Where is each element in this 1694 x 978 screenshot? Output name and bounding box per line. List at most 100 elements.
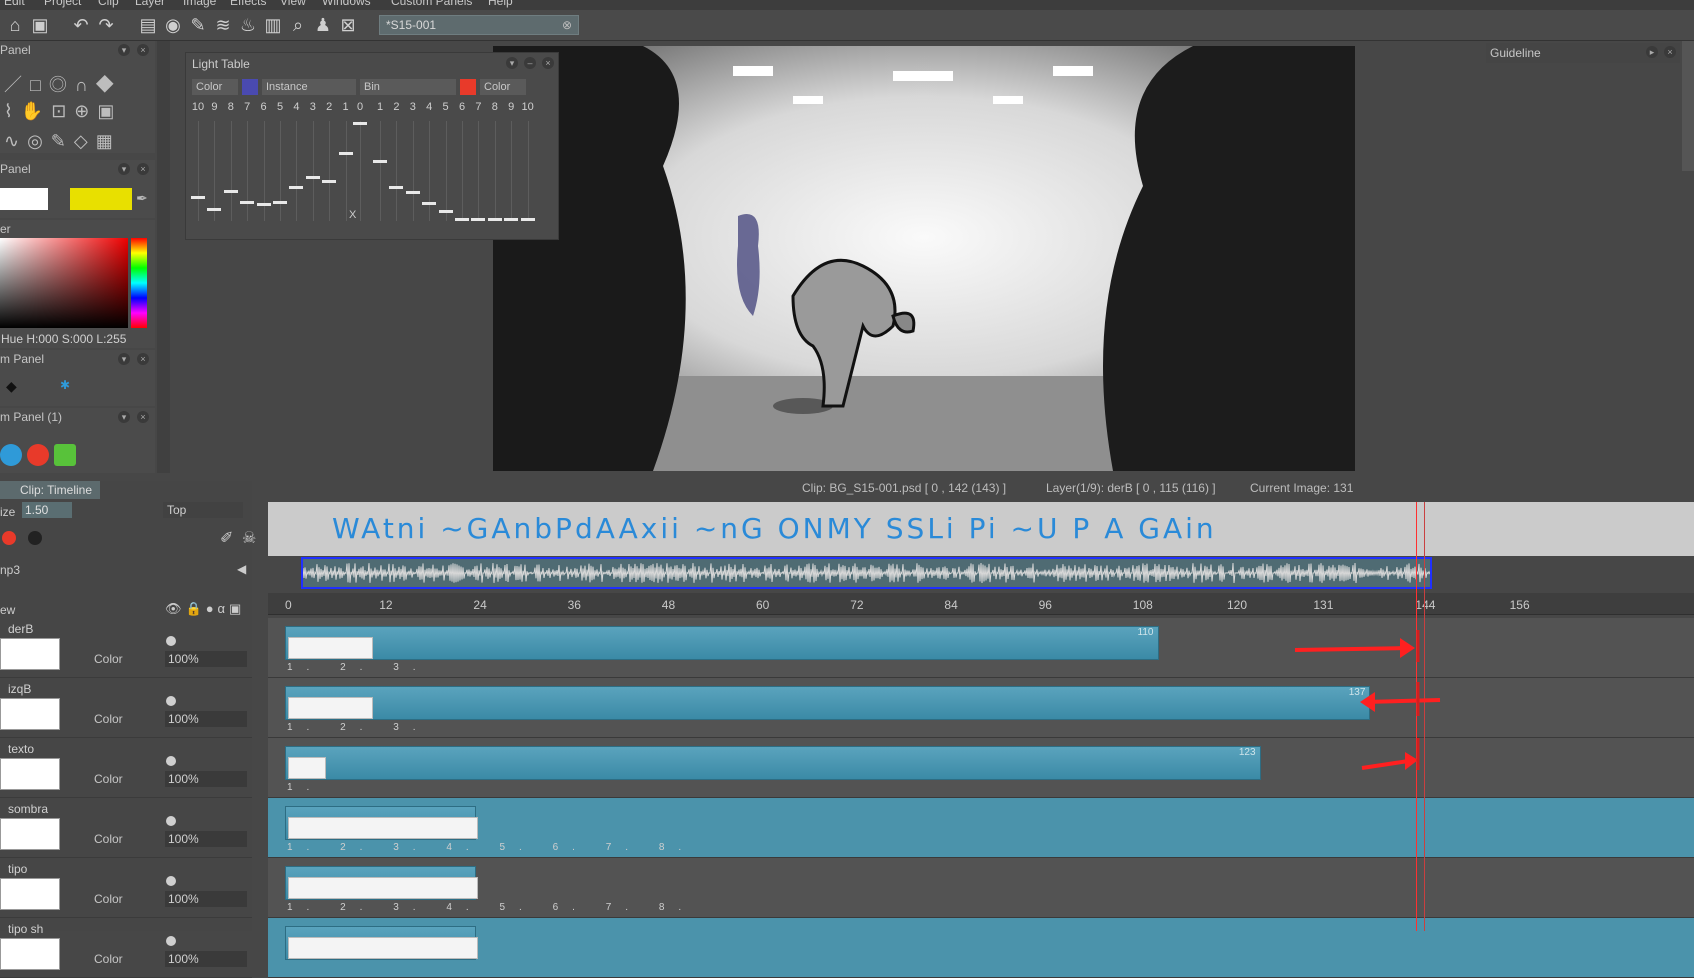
light-table-slider-knob[interactable] bbox=[504, 218, 519, 221]
menu-image[interactable]: Image bbox=[183, 0, 216, 8]
open-file-icon[interactable]: ⌂ bbox=[4, 14, 26, 36]
menu-edit[interactable]: Edit bbox=[4, 0, 25, 8]
light-table-number[interactable]: 8 bbox=[487, 101, 503, 113]
layer-row[interactable]: derB Color 100% bbox=[0, 618, 252, 678]
undo-icon[interactable]: ↶ bbox=[70, 14, 92, 36]
hue-slider[interactable] bbox=[131, 238, 147, 328]
light-table-slider[interactable] bbox=[360, 121, 361, 221]
red-swatch[interactable] bbox=[27, 444, 49, 466]
menu-layer[interactable]: Layer bbox=[135, 0, 165, 8]
menu-project[interactable]: Project bbox=[44, 0, 81, 8]
layer-color-label[interactable]: Color bbox=[94, 772, 123, 786]
layer-row[interactable]: tipo sh Color 100% bbox=[0, 918, 252, 978]
light-table-slider[interactable] bbox=[263, 121, 265, 221]
graph-icon[interactable]: ⊠ bbox=[337, 14, 359, 36]
tool-icons-row-3[interactable]: ∿◎✎◇▦ bbox=[4, 131, 121, 152]
expand-icon[interactable]: ▸ bbox=[1646, 46, 1658, 58]
light-table-slider-knob[interactable] bbox=[207, 208, 222, 211]
timeline-clip-bar[interactable]: 110 bbox=[285, 626, 1159, 660]
main-color-swatch[interactable] bbox=[70, 188, 132, 210]
light-table-number[interactable]: 10 bbox=[190, 101, 206, 113]
light-table-slider[interactable] bbox=[396, 121, 398, 221]
light-table-number[interactable]: 0 bbox=[352, 101, 368, 113]
right-scrollbar[interactable] bbox=[1682, 41, 1694, 171]
tool-icons-row-2[interactable]: ⌇✋⊡⊕▣ bbox=[4, 101, 122, 122]
layer-color-label[interactable]: Color bbox=[94, 712, 123, 726]
light-table-number[interactable]: 10 bbox=[520, 101, 536, 113]
eyedropper-icon[interactable]: ✒ bbox=[136, 190, 148, 207]
collapse-icon[interactable]: ▾ bbox=[506, 57, 518, 69]
light-table-slider-knob[interactable] bbox=[256, 203, 271, 206]
timeline-track[interactable]: 1. 2. 3. 4. 5. 6. 7. 8. bbox=[268, 858, 1694, 918]
document-tab[interactable]: *S15-001 ⊗ bbox=[379, 15, 579, 35]
visibility-dot-icon[interactable] bbox=[166, 816, 176, 826]
artwork-canvas[interactable] bbox=[493, 46, 1355, 471]
menu-view[interactable]: View bbox=[280, 0, 306, 8]
light-table-slider-knob[interactable] bbox=[322, 180, 337, 183]
color-field-right[interactable]: Color bbox=[480, 79, 526, 95]
light-bulb-icon[interactable]: ♨ bbox=[237, 14, 259, 36]
search-icon[interactable]: ⌕ bbox=[287, 14, 309, 36]
tool-icons-row-1[interactable]: ／□◎∩◆ bbox=[4, 71, 122, 97]
stop-icon[interactable] bbox=[28, 531, 42, 545]
light-table-number[interactable]: 5 bbox=[438, 101, 454, 113]
light-table-slider[interactable] bbox=[429, 121, 431, 221]
layer-row[interactable]: texto Color 100% bbox=[0, 738, 252, 798]
redo-icon[interactable]: ↷ bbox=[95, 14, 117, 36]
light-table-number[interactable]: 4 bbox=[288, 101, 304, 113]
close-icon[interactable]: × bbox=[137, 353, 149, 365]
collapse-icon[interactable]: ▾ bbox=[118, 353, 130, 365]
layer-color-label[interactable]: Color bbox=[94, 652, 123, 666]
light-table-slider[interactable] bbox=[445, 121, 447, 221]
timeline-clip-bar[interactable] bbox=[285, 806, 478, 840]
light-table-slider-knob[interactable] bbox=[240, 201, 255, 204]
minimize-icon[interactable]: – bbox=[524, 57, 536, 69]
panel-scrollbar[interactable] bbox=[157, 41, 170, 473]
brush-icon[interactable]: ✎ bbox=[187, 14, 209, 36]
light-table-number[interactable]: 4 bbox=[421, 101, 437, 113]
stack-order-select[interactable]: Top bbox=[163, 502, 243, 518]
menu-windows[interactable]: Windows bbox=[322, 0, 371, 8]
instance-select[interactable]: Instance bbox=[262, 79, 356, 95]
layer-row[interactable]: sombra Color 100% bbox=[0, 798, 252, 858]
left-color-swatch[interactable] bbox=[242, 79, 258, 95]
layer-row[interactable]: tipo Color 100% bbox=[0, 858, 252, 918]
light-table-slider-knob[interactable] bbox=[422, 202, 437, 205]
light-table-slider-knob[interactable] bbox=[338, 152, 353, 155]
light-table-slider[interactable] bbox=[478, 121, 480, 221]
light-table-number[interactable]: 7 bbox=[239, 101, 255, 113]
record-icon[interactable] bbox=[2, 531, 16, 545]
light-table-number[interactable]: 6 bbox=[256, 101, 272, 113]
light-table-slider-knob[interactable] bbox=[471, 218, 486, 221]
light-table-slider[interactable] bbox=[462, 121, 463, 221]
light-table-number[interactable]: 7 bbox=[470, 101, 486, 113]
layer-opacity-field[interactable]: 100% bbox=[165, 771, 247, 787]
timeline-track[interactable]: 110 1. 2. 3. bbox=[268, 618, 1694, 678]
light-table-number[interactable]: 8 bbox=[223, 101, 239, 113]
timeline-track[interactable]: 1. 2. 3. 4. 5. 6. 7. 8. bbox=[268, 798, 1694, 858]
layer-row[interactable]: izqB Color 100% bbox=[0, 678, 252, 738]
blue-swatch[interactable] bbox=[0, 444, 22, 466]
puppet-icon[interactable]: ♟ bbox=[312, 14, 334, 36]
light-table-slider[interactable] bbox=[412, 121, 414, 221]
layers-icon[interactable]: ≋ bbox=[212, 14, 234, 36]
light-table-slider[interactable] bbox=[198, 121, 199, 221]
light-table-slider-knob[interactable] bbox=[520, 218, 535, 221]
menu-clip[interactable]: Clip bbox=[98, 0, 119, 8]
close-tab-icon[interactable]: ⊗ bbox=[562, 16, 572, 34]
visibility-dot-icon[interactable] bbox=[166, 936, 176, 946]
menu-help[interactable]: Help bbox=[488, 0, 513, 8]
eraser-icon[interactable]: ✐ bbox=[220, 528, 233, 548]
collapse-icon[interactable]: ▾ bbox=[118, 163, 130, 175]
light-table-number[interactable]: 9 bbox=[503, 101, 519, 113]
collapse-icon[interactable]: ▾ bbox=[118, 44, 130, 56]
timeline-track[interactable] bbox=[268, 918, 1694, 978]
light-table-slider-knob[interactable] bbox=[487, 218, 502, 221]
light-table-number[interactable]: 3 bbox=[305, 101, 321, 113]
timeline-clip-bar[interactable] bbox=[285, 926, 478, 960]
light-table-slider-knob[interactable] bbox=[373, 160, 387, 163]
light-table-number[interactable]: 1 bbox=[372, 101, 388, 113]
timeline-clip-bar[interactable] bbox=[285, 866, 478, 900]
light-table-number[interactable]: 5 bbox=[272, 101, 288, 113]
light-table-slider-knob[interactable] bbox=[405, 191, 420, 194]
